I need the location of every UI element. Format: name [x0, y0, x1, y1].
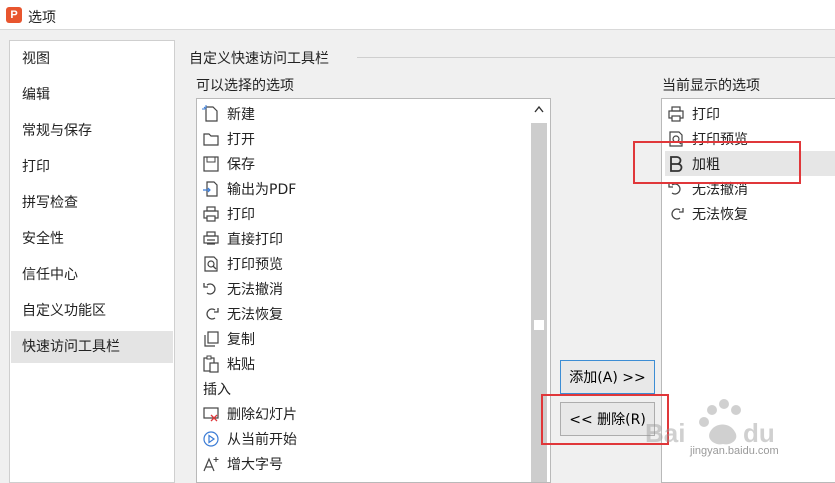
nav-item-quick-access-toolbar[interactable]: 快速访问工具栏: [11, 331, 173, 363]
undo-icon: [200, 278, 222, 300]
list-item[interactable]: 打印: [200, 201, 525, 226]
list-item[interactable]: 无法恢复: [200, 301, 525, 326]
list-item[interactable]: 新建: [200, 101, 525, 126]
delete-slide-icon: [200, 403, 222, 425]
list-item[interactable]: 从当前开始: [200, 426, 525, 451]
list-item-label: 无法撤消: [227, 281, 283, 298]
options-nav: 视图 编辑 常规与保存 打印 拼写检查 安全性 信任中心 自定义功能区 快速访问…: [9, 40, 175, 483]
list-item-label: 打印预览: [692, 131, 748, 148]
redo-icon: [665, 203, 687, 225]
save-icon: [200, 153, 222, 175]
scroll-up-arrow-icon[interactable]: [531, 103, 547, 119]
list-item-label: 打印预览: [227, 256, 283, 273]
list-item[interactable]: 打印: [665, 101, 835, 126]
list-item[interactable]: 打印预览: [200, 251, 525, 276]
list-item[interactable]: 无法恢复: [665, 201, 835, 226]
list-item-label: 新建: [227, 106, 255, 123]
current-options-label: 当前显示的选项: [662, 78, 760, 94]
title-bar: P 选项: [0, 0, 835, 30]
nav-item-general-save[interactable]: 常规与保存: [11, 115, 173, 147]
list-item-label: 复制: [227, 331, 255, 348]
list-item-label: 直接打印: [227, 231, 283, 248]
list-item[interactable]: 复制: [200, 326, 525, 351]
list-item[interactable]: 保存: [200, 151, 525, 176]
increase-font-icon: [200, 453, 222, 475]
nav-item-view[interactable]: 视图: [11, 43, 173, 75]
undo-icon: [665, 178, 687, 200]
group-divider: [357, 57, 835, 58]
list-item-selected[interactable]: 加粗: [665, 151, 835, 176]
list-item-label: 无法恢复: [227, 306, 283, 323]
remove-button[interactable]: << 删除(R): [560, 402, 655, 436]
app-logo-icon: P: [6, 7, 22, 23]
current-options-list[interactable]: 打印 打印预览 加粗 无法撤消 无法恢复: [661, 98, 835, 483]
watermark-url: jingyan.baidu.com: [690, 445, 779, 457]
redo-icon: [200, 303, 222, 325]
nav-item-edit[interactable]: 编辑: [11, 79, 173, 111]
list-item-label: 从当前开始: [227, 431, 297, 448]
list-item[interactable]: 直接打印: [200, 226, 525, 251]
add-button[interactable]: 添加(A) >>: [560, 360, 655, 394]
group-title: 自定义快速访问工具栏: [189, 51, 329, 67]
scrollbar-grip-icon: [534, 320, 544, 330]
list-item-label: 无法恢复: [692, 206, 748, 223]
list-item-label: 加粗: [692, 156, 720, 173]
list-scrollbar[interactable]: [528, 99, 550, 482]
list-item-label: 无法撤消: [692, 181, 748, 198]
nav-item-trust-center[interactable]: 信任中心: [11, 259, 173, 291]
export-pdf-icon: [200, 178, 222, 200]
list-item[interactable]: 无法撤消: [665, 176, 835, 201]
list-item-label: 粘贴: [227, 356, 255, 373]
scrollbar-thumb[interactable]: [531, 123, 547, 482]
list-item[interactable]: 增大字号: [200, 451, 525, 476]
list-item[interactable]: 输出为PDF: [200, 176, 525, 201]
print-preview-icon: [665, 128, 687, 150]
printer-icon: [665, 103, 687, 125]
window-title: 选项: [28, 10, 56, 26]
bold-icon: [665, 153, 687, 175]
list-item[interactable]: 打开: [200, 126, 525, 151]
list-item-label: 打印: [227, 206, 255, 223]
list-item[interactable]: 粘贴: [200, 351, 525, 376]
nav-item-security[interactable]: 安全性: [11, 223, 173, 255]
nav-item-print[interactable]: 打印: [11, 151, 173, 183]
list-item[interactable]: 无法撤消: [200, 276, 525, 301]
new-file-icon: [200, 103, 222, 125]
list-item-label: 增大字号: [227, 456, 283, 473]
available-options-label: 可以选择的选项: [196, 78, 294, 94]
play-from-current-icon: [200, 428, 222, 450]
nav-item-spellcheck[interactable]: 拼写检查: [11, 187, 173, 219]
list-section-label: 插入: [203, 381, 231, 398]
list-item-label: 保存: [227, 156, 255, 173]
copy-icon: [200, 328, 222, 350]
printer-icon: [200, 203, 222, 225]
list-item-label: 打开: [227, 131, 255, 148]
paste-icon: [200, 353, 222, 375]
print-preview-icon: [200, 253, 222, 275]
list-item-label: 删除幻灯片: [227, 406, 297, 423]
list-section-header: 插入: [200, 376, 525, 401]
nav-item-customize-ribbon[interactable]: 自定义功能区: [11, 295, 173, 327]
direct-print-icon: [200, 228, 222, 250]
list-item[interactable]: 打印预览: [665, 126, 835, 151]
list-item[interactable]: 删除幻灯片: [200, 401, 525, 426]
folder-open-icon: [200, 128, 222, 150]
list-item-label: 输出为PDF: [227, 181, 297, 198]
available-options-list[interactable]: 新建 打开 保存 输出为PDF 打印 直接打印 打印预览 无法撤消 无法恢复 复…: [196, 98, 551, 483]
list-item-label: 打印: [692, 106, 720, 123]
